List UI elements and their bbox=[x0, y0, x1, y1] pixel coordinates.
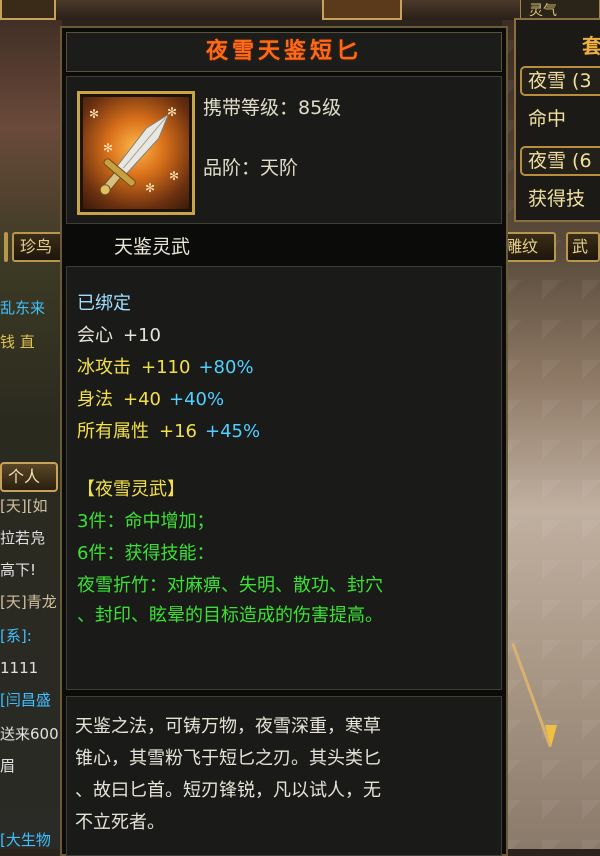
stat-percent: +40% bbox=[169, 389, 225, 410]
chat-line: [天]青龙 bbox=[0, 593, 57, 611]
item-icon-frame: ✻ ✻ ✻ ✻ ✻ bbox=[77, 91, 195, 215]
chat-line: 钱 直 bbox=[0, 333, 35, 351]
skill-line-2: 、封印、眩晕的目标造成的伤害提高。 bbox=[77, 605, 383, 626]
stat-value: +40 bbox=[123, 389, 161, 410]
chat-line: [大生物 bbox=[0, 831, 51, 849]
chat-line: [系]: bbox=[0, 627, 32, 645]
description-line: 锥心，其雪粉飞于短匕之刃。其头类匕 bbox=[75, 748, 381, 769]
set-title: 【夜雪灵武】 bbox=[77, 479, 185, 500]
set-bonus-3: 3件：命中增加； bbox=[77, 511, 215, 532]
chat-line: [天][如 bbox=[0, 497, 48, 515]
right-set-row-2[interactable]: 夜雪 (6 bbox=[520, 146, 600, 176]
top-tab-right[interactable]: 灵气 bbox=[520, 0, 600, 20]
stat-row: 会心 +10 bbox=[77, 321, 161, 347]
chat-line: [闫昌盛 bbox=[0, 691, 51, 709]
description-line: 、故曰匕首。短刃锋锐，凡以试人，无 bbox=[75, 780, 381, 801]
chat-line: 送来600 bbox=[0, 725, 59, 743]
stat-value: +16 bbox=[159, 421, 197, 442]
chat-line: 高下! bbox=[0, 561, 37, 579]
description-line: 不立死者。 bbox=[75, 812, 165, 833]
stat-name: 冰攻击 bbox=[77, 357, 131, 378]
bound-status: 已绑定 bbox=[77, 293, 131, 314]
stat-row: 身法 +40 +40% bbox=[77, 385, 224, 411]
set-name-label: 天鉴灵武 bbox=[114, 236, 191, 258]
chat-line: 1111 bbox=[0, 659, 39, 677]
skill-line-1: 夜雪折竹：对麻痹、失明、散功、封穴 bbox=[77, 575, 383, 596]
set-bonus-6: 6件：获得技能： bbox=[77, 543, 215, 564]
dagger-icon: ✻ ✻ ✻ ✻ ✻ bbox=[83, 97, 189, 209]
chat-line: 拉若凫 bbox=[0, 529, 46, 547]
right-panel-title: 套 bbox=[582, 34, 600, 58]
carry-level-label: 携带等级：85级 bbox=[203, 97, 342, 119]
chat-line: 乱东来 bbox=[0, 299, 46, 317]
stat-value: +10 bbox=[123, 325, 161, 346]
right-set-text-1: 命中 bbox=[528, 108, 567, 130]
item-attributes-section: 已绑定 会心 +10 冰攻击 +110 +80% 身法 +40 +40% 所有属性 +16 +45%… bbox=[66, 266, 502, 690]
top-item-slot-left[interactable] bbox=[0, 0, 56, 20]
item-name: 夜雪天鉴短匕 bbox=[205, 39, 362, 64]
chat-line: 眉 bbox=[0, 757, 16, 775]
description-line: 天鉴之法，可铸万物，夜雪深重，寒草 bbox=[75, 716, 381, 737]
grade-label: 品阶：天阶 bbox=[203, 157, 299, 179]
right-set-row-1[interactable]: 夜雪 (3 bbox=[520, 66, 600, 96]
arrow-tip-decoration bbox=[545, 725, 557, 747]
left-tab-treasure[interactable]: 珍鸟 bbox=[12, 232, 64, 262]
stat-value: +110 bbox=[141, 357, 191, 378]
right-set-text-2: 获得技 bbox=[528, 188, 586, 210]
stat-row: 所有属性 +16 +45% bbox=[77, 417, 260, 443]
stat-name: 所有属性 bbox=[77, 421, 149, 442]
stat-name: 会心 bbox=[77, 325, 113, 346]
right-tab-weapon[interactable]: 武 bbox=[566, 232, 600, 262]
item-tooltip: 夜雪天鉴短匕 ✻ ✻ ✻ ✻ ✻ 携带等级：85级 品阶：天阶 天鉴灵武 已绑定… bbox=[60, 26, 508, 856]
personal-button[interactable]: 个人 bbox=[0, 462, 58, 492]
stat-row: 冰攻击 +110 +80% bbox=[77, 353, 254, 379]
stat-percent: +45% bbox=[205, 421, 261, 442]
top-item-slot-center[interactable] bbox=[322, 0, 402, 20]
tooltip-header: 夜雪天鉴短匕 bbox=[66, 32, 502, 72]
stat-name: 身法 bbox=[77, 389, 113, 410]
right-tab-carving[interactable]: 雕纹 bbox=[500, 232, 556, 262]
stat-percent: +80% bbox=[198, 357, 254, 378]
item-description: 天鉴之法，可铸万物，夜雪深重，寒草 锥心，其雪粉飞于短匕之刃。其头类匕 、故曰匕… bbox=[66, 696, 502, 856]
top-frame bbox=[0, 0, 600, 20]
item-info-section: ✻ ✻ ✻ ✻ ✻ 携带等级：85级 品阶：天阶 bbox=[66, 76, 502, 224]
